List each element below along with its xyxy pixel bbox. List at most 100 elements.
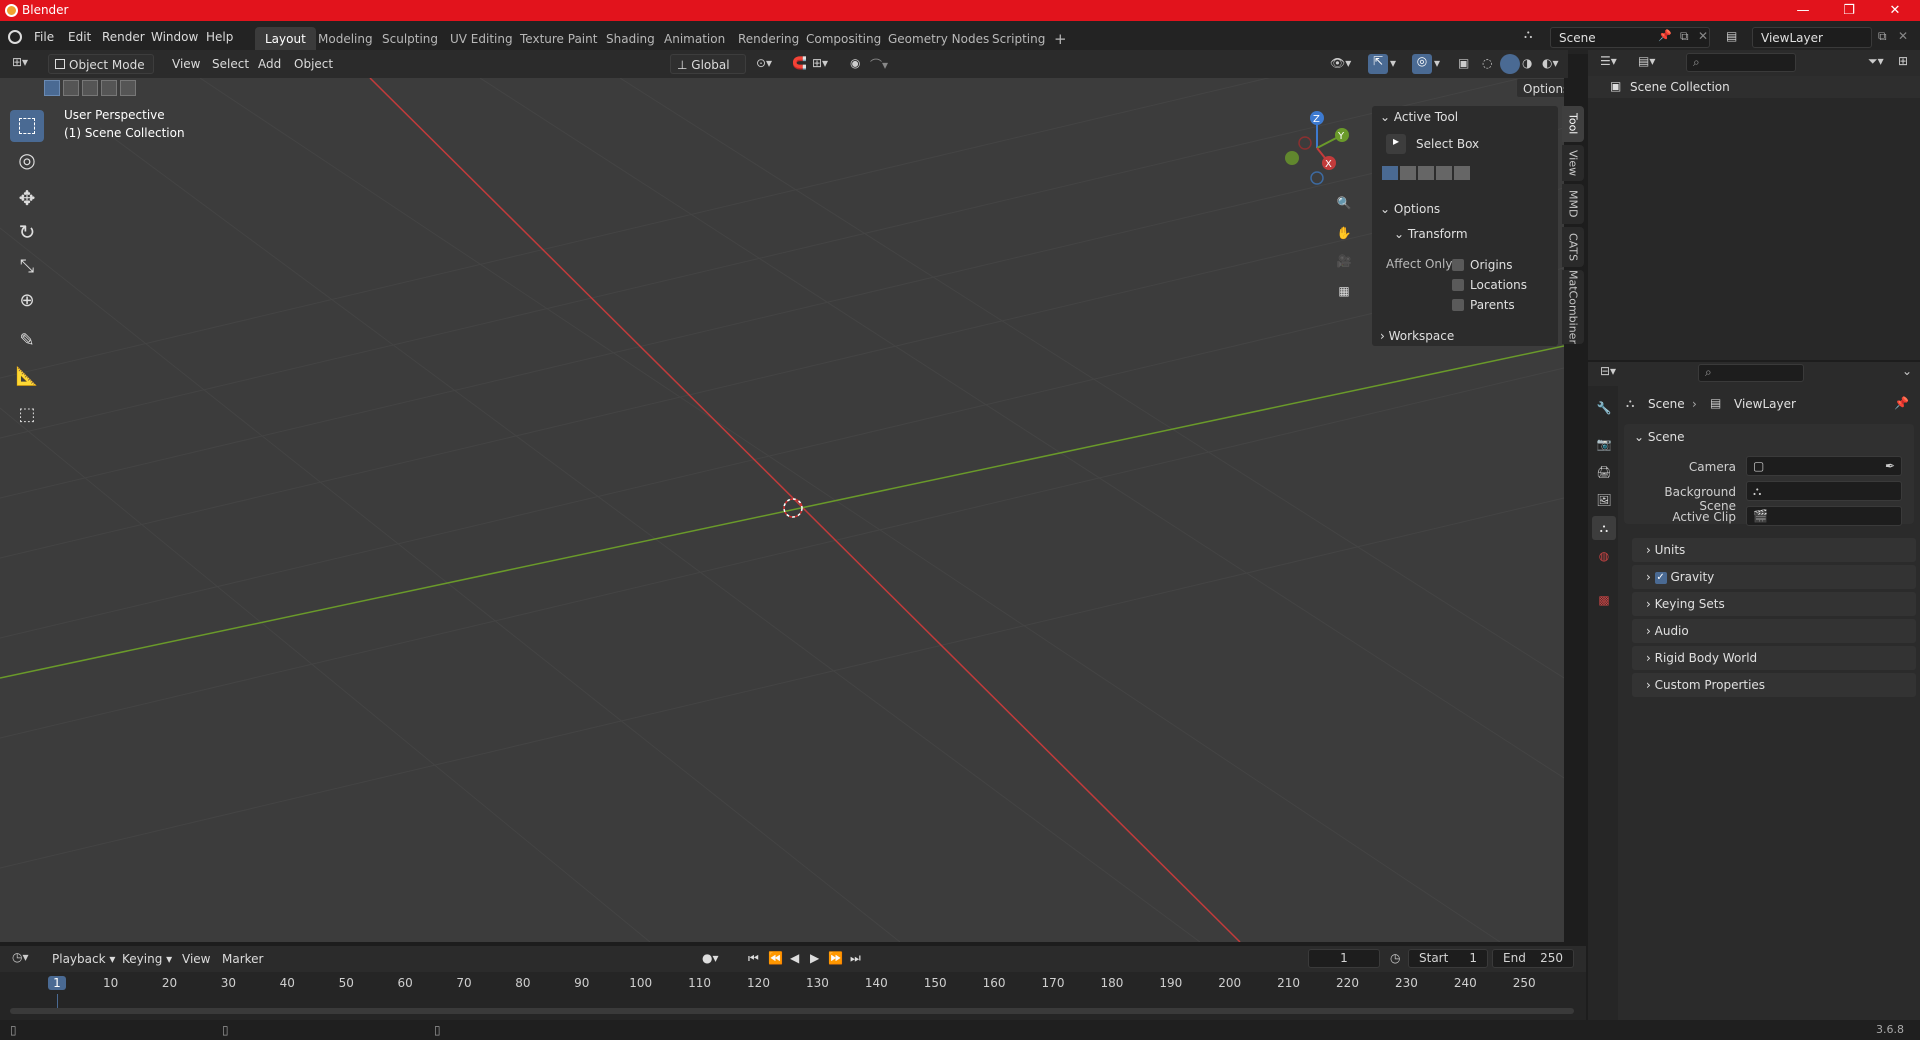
pan-hand-icon[interactable]: ✋ (1332, 226, 1356, 250)
minimize-icon[interactable]: — (1780, 0, 1826, 21)
move-tool[interactable]: ✥ (10, 182, 44, 214)
restore-icon[interactable]: ❐ (1826, 0, 1872, 21)
gravity-section[interactable]: › ✓ Gravity (1632, 565, 1916, 589)
options-button[interactable]: Options (1516, 78, 1564, 98)
tab-cats[interactable]: CATS (1562, 227, 1584, 267)
output-properties-icon[interactable]: 🖨 (1592, 460, 1616, 484)
viewlayer-icon[interactable]: ▤ (1726, 29, 1737, 43)
record-icon[interactable]: ●▾ (702, 951, 719, 965)
menu-add[interactable]: Add (252, 54, 287, 74)
custom-properties-section[interactable]: › Custom Properties (1632, 673, 1916, 697)
view-layer-properties-icon[interactable]: 🖼 (1592, 488, 1616, 512)
tab-mmd[interactable]: MMD (1562, 184, 1584, 224)
pivot-icon[interactable]: ⊙▾ (756, 56, 772, 70)
locations-checkbox[interactable]: Locations (1452, 278, 1527, 292)
mode-selector[interactable]: Object Mode ▾ (48, 54, 154, 92)
outliner-search-input[interactable]: ⌕ (1686, 53, 1796, 72)
material-shading-icon[interactable]: ◑ (1522, 56, 1532, 70)
jump-end-icon[interactable]: ⏭ (850, 951, 861, 966)
delete-viewlayer-icon[interactable]: ✕ (1898, 29, 1908, 43)
properties-options-icon[interactable]: ⌄ (1902, 364, 1912, 378)
keying-sets-section[interactable]: › Keying Sets (1632, 592, 1916, 616)
zoom-icon[interactable]: 🔍 (1332, 196, 1356, 220)
camera-view-icon[interactable]: 🎥 (1332, 254, 1356, 278)
mode-extend-icon[interactable] (1400, 166, 1416, 180)
background-scene-field[interactable]: ⛬ (1746, 481, 1902, 501)
gravity-checkbox-icon[interactable]: ✓ (1654, 571, 1667, 584)
rigid-body-world-section[interactable]: › Rigid Body World (1632, 646, 1916, 670)
active-clip-field[interactable]: 🎬 (1746, 506, 1902, 526)
scene-icon[interactable]: ⛬ (1524, 27, 1546, 47)
timeline-editor-icon[interactable]: ◷▾ (12, 950, 29, 964)
select-invert-icon[interactable] (101, 80, 117, 96)
display-mode-icon[interactable]: ▤▾ (1638, 54, 1655, 68)
overlay-toggle-icon[interactable]: ◎ (1412, 54, 1432, 74)
delete-scene-icon[interactable]: ✕ (1698, 29, 1708, 43)
scene-properties-icon[interactable]: ⛬ (1592, 516, 1616, 540)
rotate-tool[interactable]: ↻ (10, 216, 44, 248)
scene-panel-header[interactable]: ⌄ Scene (1634, 430, 1684, 444)
tab-view[interactable]: View (1562, 145, 1584, 181)
gizmo-toggle-icon[interactable]: ⇱ (1368, 54, 1388, 74)
select-subtract-icon[interactable] (82, 80, 98, 96)
add-cube-tool[interactable]: ⬚ (10, 398, 44, 430)
keying-menu[interactable]: Keying ▾ (116, 949, 178, 969)
timeline[interactable]: 1 10 20 30 40 50 60 70 80 90 100 110 120 130 140 150 160… (0, 972, 1586, 1020)
filter-icon[interactable]: ⏷▾ (1868, 54, 1884, 69)
outliner-row-scene-collection[interactable]: ▣ Scene Collection (1588, 76, 1920, 98)
menu-object[interactable]: Object (288, 54, 339, 74)
editor-type-icon[interactable]: ⊞▾ (12, 55, 28, 69)
current-frame-field[interactable]: 1 (1308, 949, 1380, 968)
tab-sculpting[interactable]: Sculpting (372, 27, 448, 51)
perspective-toggle-icon[interactable]: ▦ (1332, 284, 1356, 308)
workspace-header[interactable]: › Workspace (1380, 329, 1454, 343)
menu-file[interactable]: File (28, 27, 60, 47)
select-box-tool[interactable] (10, 110, 44, 142)
jump-keyframe-back-icon[interactable]: ⏪ (768, 951, 783, 965)
parents-checkbox[interactable]: Parents (1452, 298, 1515, 312)
tab-matcombiner[interactable]: MatCombiner (1562, 270, 1584, 344)
new-viewlayer-icon[interactable]: ⧉ (1878, 29, 1887, 44)
select-extend-icon[interactable] (63, 80, 79, 96)
close-icon[interactable]: ✕ (1872, 0, 1918, 21)
cursor-tool[interactable]: ◎ (10, 144, 44, 176)
menu-view[interactable]: View (166, 54, 206, 74)
end-frame-field[interactable]: End 250 (1492, 949, 1574, 968)
mode-subtract-icon[interactable] (1418, 166, 1434, 180)
start-frame-field[interactable]: Start 1 (1408, 949, 1488, 968)
options-header[interactable]: ⌄ Options (1380, 202, 1440, 216)
new-collection-icon[interactable]: ⊞ (1898, 54, 1908, 68)
transform-header[interactable]: ⌄ Transform (1394, 227, 1468, 241)
3d-viewport[interactable]: Options User Perspective (1) Scene Colle… (0, 78, 1564, 942)
texture-properties-icon[interactable]: ▩ (1592, 588, 1616, 612)
blender-menu-icon[interactable] (8, 30, 22, 44)
transform-orientation[interactable]: ⊥ Global ▾ (670, 54, 746, 92)
tab-layout[interactable]: Layout (255, 27, 316, 51)
menu-window[interactable]: Window (145, 27, 204, 47)
active-tool-header[interactable]: ⌄ Active Tool (1380, 110, 1458, 124)
scene-pin-icon[interactable]: 📌 (1658, 29, 1672, 42)
falloff-icon[interactable]: ⌒▾ (870, 56, 888, 73)
tab-animation[interactable]: Animation (654, 27, 735, 51)
tab-texture-paint[interactable]: Texture Paint (510, 27, 607, 51)
wireframe-shading-icon[interactable]: ◌ (1482, 56, 1492, 70)
snap-target-icon[interactable]: ⊞▾ (812, 56, 828, 70)
play-icon[interactable]: ▶ (810, 951, 819, 965)
mode-invert-icon[interactable] (1436, 166, 1452, 180)
eyedropper-icon[interactable]: ✒ (1885, 459, 1895, 473)
new-scene-icon[interactable]: ⧉ (1680, 29, 1689, 44)
visibility-icon[interactable]: 👁▾ (1330, 56, 1351, 70)
tab-compositing[interactable]: Compositing (796, 27, 891, 51)
transform-tool[interactable]: ⊕ (10, 284, 44, 316)
world-properties-icon[interactable]: ◍ (1592, 544, 1616, 568)
playback-menu[interactable]: Playback ▾ (46, 949, 121, 969)
scale-tool[interactable]: ⤡ (10, 250, 44, 282)
jump-start-icon[interactable]: ⏮ (748, 951, 759, 966)
annotate-tool[interactable]: ✎ (10, 324, 44, 356)
mode-new-icon[interactable] (1382, 166, 1398, 180)
menu-render[interactable]: Render (96, 27, 151, 47)
proportional-edit-icon[interactable]: ◉ (850, 56, 860, 70)
mode-intersect-icon[interactable] (1454, 166, 1470, 180)
gizmo-dropdown-icon[interactable]: ▾ (1390, 56, 1396, 70)
tab-tool[interactable]: Tool (1562, 106, 1584, 142)
